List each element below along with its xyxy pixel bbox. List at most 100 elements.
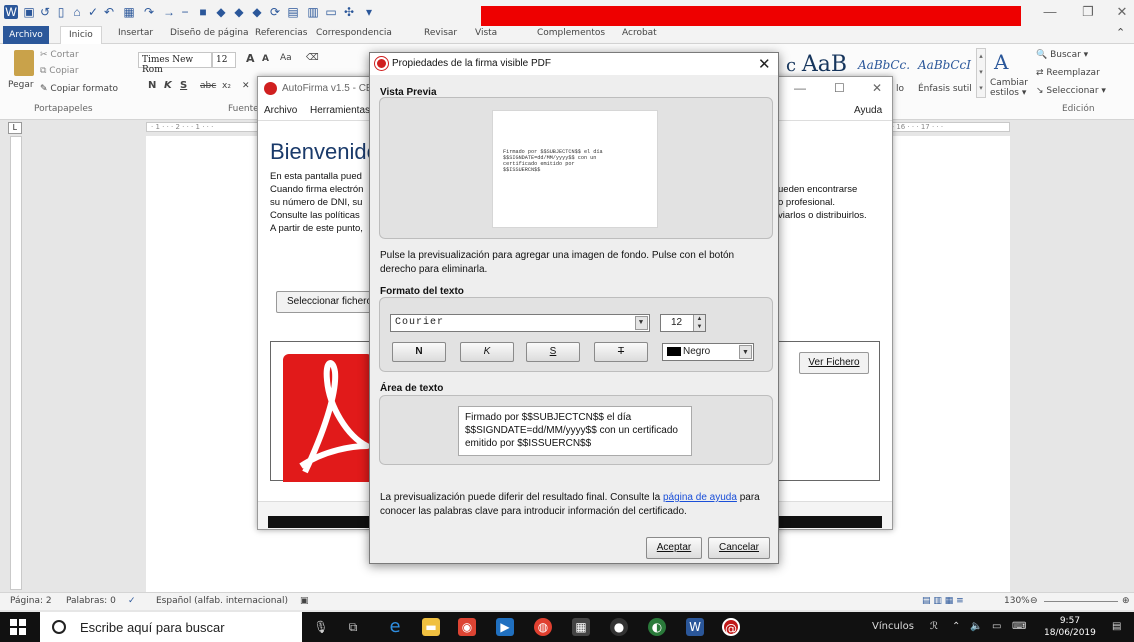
- undo-history-icon[interactable]: ↺: [38, 5, 52, 19]
- start-button[interactable]: [10, 619, 26, 635]
- media-icon[interactable]: ▶: [496, 618, 514, 636]
- minimize-icon[interactable]: —: [1040, 4, 1060, 22]
- autofirma-maximize-icon[interactable]: ☐: [834, 81, 845, 95]
- signature-preview[interactable]: Firmado por $$SUBJECTCN$$ el día $$SIGND…: [492, 110, 658, 228]
- autofirma-taskbar-icon[interactable]: @: [722, 618, 740, 636]
- font-close-icon[interactable]: ✕: [242, 81, 250, 91]
- tab-revisar[interactable]: Revisar: [424, 28, 457, 38]
- change-styles-icon[interactable]: A: [994, 50, 1008, 74]
- people-icon[interactable]: ℛ: [930, 621, 938, 632]
- system-clock[interactable]: 9:57 18/06/2019: [1044, 615, 1096, 639]
- zoom-in-icon[interactable]: ⊕: [1122, 596, 1130, 606]
- calculator-icon[interactable]: ▦: [572, 618, 590, 636]
- chrome-icon[interactable]: ◍: [534, 618, 552, 636]
- paste-icon[interactable]: [14, 50, 34, 76]
- change-case-button[interactable]: Aa: [280, 53, 292, 63]
- proofing-icon[interactable]: ✓: [128, 596, 136, 606]
- collapse-ribbon-icon[interactable]: ⌃: [1116, 26, 1125, 39]
- cut-button[interactable]: ✂ Cortar: [40, 50, 79, 60]
- zoom-slider[interactable]: [1044, 601, 1118, 602]
- tab-insertar[interactable]: Insertar: [118, 28, 153, 38]
- redo-icon[interactable]: ↷: [142, 5, 156, 19]
- tab-diseno[interactable]: Diseño de página: [170, 28, 249, 38]
- keyboard-icon[interactable]: ⌨: [1012, 621, 1026, 632]
- change-styles-button[interactable]: Cambiar estilos ▾: [990, 78, 1028, 98]
- font-size-spinner[interactable]: 12 ▲ ▼: [660, 314, 706, 332]
- strikethrough-toggle[interactable]: T: [594, 342, 648, 362]
- autofirma-close-icon[interactable]: ✕: [872, 81, 882, 95]
- view-mode-icons[interactable]: ▤ ▥ ▦ ≡: [922, 596, 964, 606]
- subscript-button[interactable]: x₂: [222, 81, 231, 91]
- strikethrough-button[interactable]: abc: [200, 81, 216, 91]
- menu-ayuda[interactable]: Ayuda: [854, 105, 882, 116]
- language-indicator[interactable]: Español (alfab. internacional): [156, 596, 288, 606]
- bold-button[interactable]: N: [148, 80, 156, 91]
- font-color-select[interactable]: Negro ▼: [662, 343, 754, 361]
- menu-archivo[interactable]: Archivo: [264, 105, 297, 116]
- styles-scroll-icon[interactable]: ▴ ▾ ▾: [976, 48, 986, 98]
- app-icon-red[interactable]: ◉: [458, 618, 476, 636]
- notifications-icon[interactable]: ▤: [1112, 621, 1121, 632]
- window-icon[interactable]: ▭: [324, 5, 338, 19]
- dialog-close-icon[interactable]: ✕: [758, 55, 771, 73]
- microphone-icon[interactable]: 🎙: [312, 618, 330, 636]
- accept-button[interactable]: Aceptar: [646, 537, 702, 559]
- close-icon[interactable]: ✕: [1112, 4, 1132, 22]
- style-heading-sample[interactable]: c AaB: [786, 52, 847, 77]
- tab-selector-button[interactable]: L: [8, 122, 22, 134]
- taskbar-search[interactable]: Escribe aquí para buscar: [40, 612, 302, 642]
- style-sample-1[interactable]: AaBbCc.: [858, 58, 910, 72]
- signature-text-area[interactable]: Firmado por $$SUBJECTCN$$ el día $$SIGND…: [458, 406, 692, 456]
- square-icon[interactable]: ■: [196, 5, 210, 19]
- undo-icon[interactable]: ↶: [102, 5, 116, 19]
- format-painter-button[interactable]: ✎ Copiar formato: [40, 84, 118, 94]
- new-document-icon[interactable]: ▯: [54, 5, 68, 19]
- cancel-button[interactable]: Cancelar: [708, 537, 770, 559]
- links-toolbar[interactable]: Vínculos: [872, 621, 914, 632]
- word-count[interactable]: Palabras: 0: [66, 596, 116, 606]
- font-family-select[interactable]: Courier ▼: [390, 314, 650, 332]
- font-name-select[interactable]: Times New Rom: [138, 52, 212, 75]
- paragraph-icon[interactable]: ▥: [306, 5, 320, 19]
- tab-referencias[interactable]: Referencias: [255, 28, 308, 38]
- underline-button[interactable]: S: [180, 80, 187, 91]
- customize-icon[interactable]: ✣: [342, 5, 356, 19]
- vertical-ruler[interactable]: [10, 136, 22, 590]
- shrink-font-button[interactable]: A: [262, 54, 269, 64]
- tab-acrobat[interactable]: Acrobat: [622, 28, 657, 38]
- italic-button[interactable]: K: [164, 80, 172, 91]
- menu-herramientas[interactable]: Herramientas: [310, 105, 370, 116]
- tab-inicio[interactable]: Inicio: [60, 26, 102, 44]
- restore-icon[interactable]: ❐: [1078, 4, 1098, 22]
- tab-vista[interactable]: Vista: [475, 28, 497, 38]
- autofirma-minimize-icon[interactable]: —: [794, 81, 806, 95]
- spelling-icon[interactable]: ✓: [86, 5, 100, 19]
- edge-icon[interactable]: e: [386, 618, 404, 636]
- tab-archivo[interactable]: Archivo: [3, 26, 49, 44]
- zoom-out-icon[interactable]: ⊖: [1030, 596, 1038, 606]
- underline-toggle[interactable]: S: [526, 342, 580, 362]
- style-emphasis[interactable]: Énfasis sutil: [918, 84, 972, 94]
- page-count[interactable]: Página: 2: [10, 596, 52, 606]
- font-size-select[interactable]: 12: [212, 52, 236, 68]
- insert-table-icon[interactable]: ▦: [122, 5, 136, 19]
- help-page-link[interactable]: página de ayuda: [663, 492, 737, 503]
- clear-format-icon[interactable]: ⌫: [306, 53, 319, 63]
- file-explorer-icon[interactable]: ▬: [422, 618, 440, 636]
- style-sample-2[interactable]: AaBbCcI: [918, 58, 971, 72]
- word-taskbar-icon[interactable]: W: [686, 618, 704, 636]
- task-view-icon[interactable]: ⧉: [344, 618, 362, 636]
- macro-icon[interactable]: ▣: [300, 596, 309, 606]
- chevron-down-icon[interactable]: ▼: [739, 345, 752, 359]
- volume-icon[interactable]: 🔈: [970, 621, 982, 632]
- minus-icon[interactable]: −: [178, 5, 192, 19]
- grow-font-button[interactable]: A: [246, 52, 255, 65]
- select-button[interactable]: ↘ Seleccionar ▾: [1036, 86, 1106, 96]
- paste-button[interactable]: Pegar: [8, 80, 34, 90]
- document-icon[interactable]: ▤: [286, 5, 300, 19]
- zoom-level[interactable]: 130%: [1004, 596, 1030, 606]
- arrow-right-icon[interactable]: →: [162, 5, 176, 19]
- spinner-arrows-icon[interactable]: ▲ ▼: [693, 315, 705, 331]
- refresh-icon[interactable]: ⟳: [268, 5, 282, 19]
- replace-button[interactable]: ⇄ Reemplazar: [1036, 68, 1100, 78]
